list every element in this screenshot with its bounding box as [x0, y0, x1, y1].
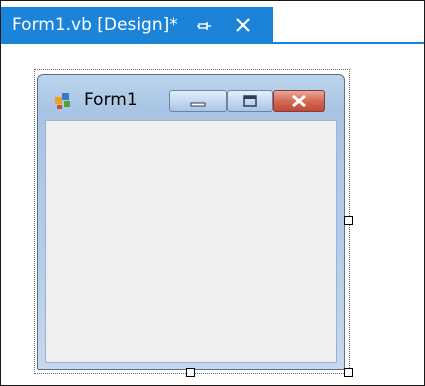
design-surface[interactable]: Form1: [1, 44, 424, 385]
tab-title: Form1.vb [Design]*: [12, 15, 178, 35]
form-app-icon: [55, 91, 73, 109]
close-icon[interactable]: [233, 15, 253, 35]
pin-icon[interactable]: [197, 18, 211, 32]
minimize-button[interactable]: [169, 90, 227, 112]
maximize-icon: [243, 95, 257, 107]
document-tab-strip: Form1.vb [Design]*: [1, 1, 424, 44]
resize-handle-right[interactable]: [344, 216, 353, 225]
form1-window[interactable]: Form1: [37, 74, 345, 370]
form-title: Form1: [84, 90, 138, 110]
minimize-icon: [190, 102, 206, 107]
maximize-button[interactable]: [227, 90, 273, 112]
resize-handle-bottom-right[interactable]: [344, 368, 353, 377]
resize-handle-bottom[interactable]: [186, 368, 195, 377]
tab-form1-design[interactable]: Form1.vb [Design]*: [1, 7, 273, 44]
form-client-area[interactable]: [45, 120, 337, 363]
designer-frame: Form1.vb [Design]* Form1: [0, 0, 425, 386]
form-titlebar: Form1: [38, 75, 344, 112]
close-button[interactable]: [273, 90, 325, 112]
close-icon: [292, 94, 306, 108]
